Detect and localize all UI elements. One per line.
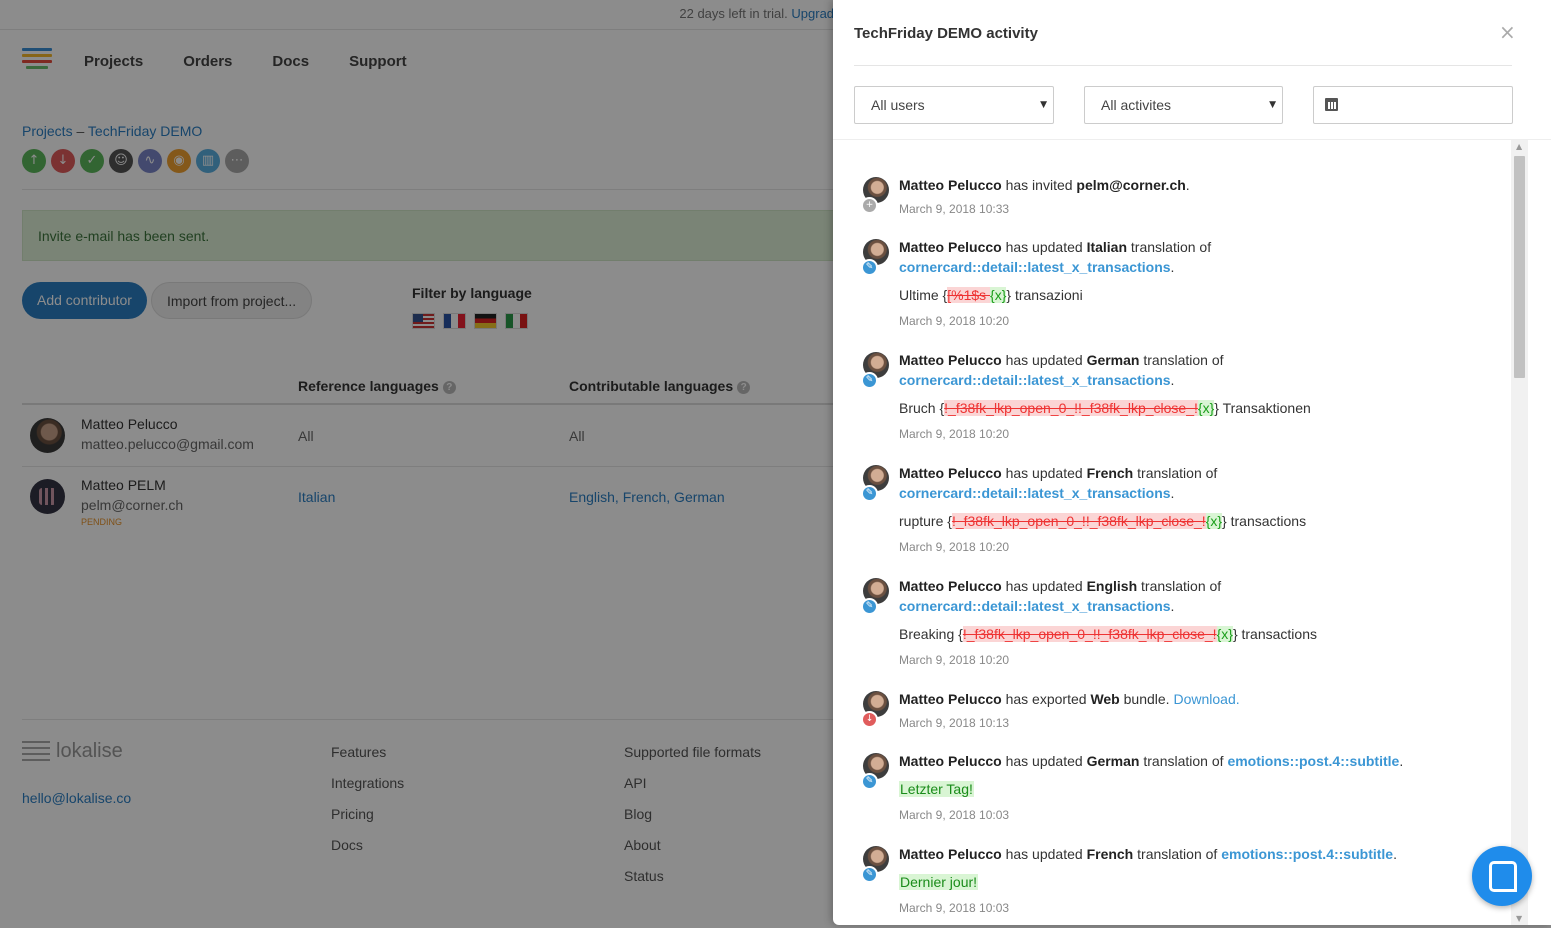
- activity-text: Matteo Pelucco has updated German transl…: [899, 753, 1404, 769]
- download-link[interactable]: Download.: [1173, 691, 1239, 707]
- calendar-icon: [1325, 98, 1338, 111]
- pencil-icon: ✎: [861, 598, 878, 615]
- activity-user: Matteo Pelucco: [899, 177, 1002, 193]
- chevron-down-icon: ▼: [1269, 100, 1276, 110]
- activity-text: Matteo Pelucco has updated German transl…: [899, 352, 1224, 368]
- download-icon: ↓: [861, 711, 878, 728]
- activity-feed[interactable]: + Matteo Pelucco has invited pelm@corner…: [833, 140, 1523, 925]
- pencil-icon: ✎: [861, 372, 878, 389]
- pencil-icon: ✎: [861, 866, 878, 883]
- pencil-icon: ✎: [861, 259, 878, 276]
- drawer-title: TechFriday DEMO activity: [854, 25, 1038, 42]
- diff-removed: [%1$s: [947, 287, 991, 303]
- diff-added: {x}: [990, 287, 1007, 303]
- activity-object: Web: [1090, 691, 1120, 707]
- activity-object: pelm@corner.ch: [1076, 177, 1186, 193]
- activities-select-value: All activites: [1101, 97, 1172, 113]
- activity-date: March 9, 2018 10:33: [899, 202, 1010, 216]
- user-add-icon: +: [861, 197, 878, 214]
- activities-select[interactable]: All activites ▼: [1084, 86, 1283, 124]
- translation-diff: Letzter Tag!: [899, 781, 974, 797]
- translation-key-link[interactable]: emotions::post.4::subtitle: [1221, 846, 1393, 862]
- activity-user: Matteo Pelucco: [899, 465, 1002, 481]
- translation-key-link[interactable]: emotions::post.4::subtitle: [1227, 753, 1399, 769]
- diff-added: {x}: [1216, 626, 1233, 642]
- activity-user: Matteo Pelucco: [899, 753, 1002, 769]
- pencil-icon: ✎: [861, 773, 878, 790]
- diff-removed: !_f38fk_lkp_open_0_!!_f38fk_lkp_close_!: [951, 513, 1206, 529]
- diff-removed: !_f38fk_lkp_open_0_!!_f38fk_lkp_close_!: [962, 626, 1217, 642]
- activity-language: Italian: [1086, 239, 1128, 255]
- chat-launcher-button[interactable]: [1472, 846, 1532, 906]
- users-select[interactable]: All users ▼: [854, 86, 1054, 124]
- close-icon[interactable]: ×: [1499, 20, 1516, 44]
- translation-key-link[interactable]: cornercard::detail::latest_x_transaction…: [899, 372, 1171, 388]
- translation-key-link[interactable]: cornercard::detail::latest_x_transaction…: [899, 259, 1171, 275]
- translation-diff: Ultime {[%1$s {x}} transazioni: [899, 287, 1083, 303]
- activity-user: Matteo Pelucco: [899, 691, 1002, 707]
- activity-date: March 9, 2018 10:20: [899, 653, 1010, 667]
- activity-language: German: [1086, 352, 1140, 368]
- diff-removed: !_f38fk_lkp_open_0_!!_f38fk_lkp_close_!: [944, 400, 1198, 416]
- activity-key-line: cornercard::detail::latest_x_transaction…: [899, 598, 1175, 614]
- feed-scrollbar[interactable]: ▲ ▼: [1511, 140, 1528, 925]
- divider: [854, 65, 1512, 66]
- pencil-icon: ✎: [861, 485, 878, 502]
- activity-key-line: cornercard::detail::latest_x_transaction…: [899, 259, 1175, 275]
- scroll-down-icon[interactable]: ▼: [1516, 914, 1522, 923]
- activity-date: March 9, 2018 10:20: [899, 427, 1010, 441]
- translation-diff: Bruch {!_f38fk_lkp_open_0_!!_f38fk_lkp_c…: [899, 400, 1311, 416]
- activity-text: Matteo Pelucco has exported Web bundle. …: [899, 691, 1240, 707]
- diff-added: {x}: [1197, 400, 1215, 416]
- activity-language: German: [1086, 753, 1140, 769]
- activity-language: English: [1086, 578, 1138, 594]
- translation-key-link[interactable]: cornercard::detail::latest_x_transaction…: [899, 485, 1171, 501]
- activity-text: Matteo Pelucco has updated French transl…: [899, 846, 1397, 862]
- activity-key-line: cornercard::detail::latest_x_transaction…: [899, 485, 1175, 501]
- activity-user: Matteo Pelucco: [899, 352, 1002, 368]
- scroll-up-icon[interactable]: ▲: [1516, 142, 1522, 151]
- activity-date: March 9, 2018 10:03: [899, 808, 1010, 822]
- diff-added: Dernier jour!: [899, 874, 979, 890]
- activity-user: Matteo Pelucco: [899, 846, 1002, 862]
- chevron-down-icon: ▼: [1040, 100, 1047, 110]
- activity-date: March 9, 2018 10:03: [899, 901, 1010, 915]
- activity-user: Matteo Pelucco: [899, 578, 1002, 594]
- date-filter-input[interactable]: [1313, 86, 1513, 124]
- translation-diff: Dernier jour!: [899, 874, 979, 890]
- activity-language: French: [1086, 846, 1134, 862]
- users-select-value: All users: [871, 97, 925, 113]
- activity-date: March 9, 2018 10:20: [899, 314, 1010, 328]
- activity-text: Matteo Pelucco has invited pelm@corner.c…: [899, 177, 1190, 193]
- activity-text: Matteo Pelucco has updated French transl…: [899, 465, 1218, 481]
- activity-date: March 9, 2018 10:13: [899, 716, 1010, 730]
- translation-diff: rupture {!_f38fk_lkp_open_0_!!_f38fk_lkp…: [899, 513, 1307, 529]
- activity-key-line: cornercard::detail::latest_x_transaction…: [899, 372, 1175, 388]
- activity-date: March 9, 2018 10:20: [899, 540, 1010, 554]
- translation-key-link[interactable]: cornercard::detail::latest_x_transaction…: [899, 598, 1171, 614]
- activity-text: Matteo Pelucco has updated English trans…: [899, 578, 1222, 594]
- scrollbar-thumb[interactable]: [1514, 156, 1525, 378]
- diff-added: Letzter Tag!: [899, 781, 974, 797]
- activity-drawer: TechFriday DEMO activity × All users ▼ A…: [833, 0, 1551, 925]
- translation-diff: Breaking {!_f38fk_lkp_open_0_!!_f38fk_lk…: [899, 626, 1317, 642]
- activity-text: Matteo Pelucco has updated Italian trans…: [899, 239, 1212, 255]
- activity-user: Matteo Pelucco: [899, 239, 1002, 255]
- diff-added: {x}: [1205, 513, 1223, 529]
- activity-language: French: [1086, 465, 1134, 481]
